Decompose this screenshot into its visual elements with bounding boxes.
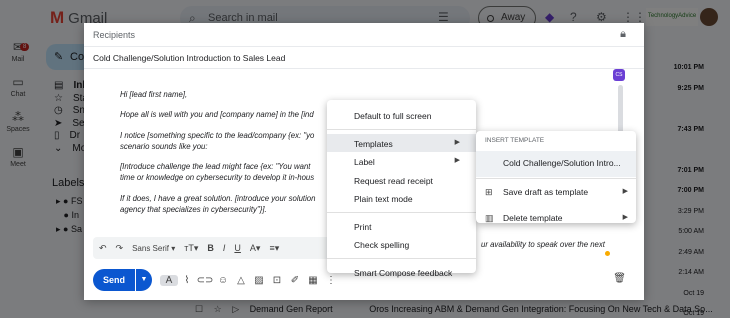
menu-divider (327, 128, 476, 130)
template-item[interactable]: Cold Challenge/Solution Intro... (476, 151, 636, 177)
menu-item-templates[interactable]: Templates ▶ (327, 133, 476, 152)
subject-field[interactable]: Cold Challenge/Solution Introduction to … (84, 47, 644, 69)
menu-item-label: Check spelling (354, 240, 410, 250)
menu-item-label[interactable]: Label ▶ (327, 152, 476, 171)
trash-icon: ▥ (485, 213, 494, 223)
chevron-right-icon: ▶ (622, 188, 628, 195)
menu-item-smart-compose-feedback[interactable]: Smart Compose feedback (327, 263, 476, 282)
formatting-options-icon[interactable]: A (160, 274, 178, 286)
redo-icon[interactable]: ↷ (116, 243, 124, 254)
menu-item-label: Smart Compose feedback (354, 267, 453, 278)
delete-template-item[interactable]: ▥ Delete template ▶ (476, 206, 636, 232)
menu-item-plain-text[interactable]: Plain text mode (327, 189, 476, 208)
menu-item-check-spelling[interactable]: Check spelling (327, 235, 476, 254)
trash-icon[interactable]: 🗑︎ (613, 273, 626, 284)
italic-icon[interactable]: I (223, 243, 226, 253)
recipients-placeholder: Recipients (93, 30, 136, 40)
menu-item-label: Save draft as template (503, 187, 589, 197)
drive-icon[interactable]: △ (232, 275, 250, 286)
menu-item-label: Request read receipt (354, 175, 433, 186)
chevron-right-icon: ▶ (454, 157, 460, 164)
compose-actions: Send ▼ A ⌇ ⊂⊃ ☺ △ ▨ ⊡ ✐ ▦ ⋮ (93, 269, 340, 291)
menu-item-full-screen[interactable]: Default to full screen (327, 106, 476, 125)
menu-item-read-receipt[interactable]: Request read receipt (327, 171, 476, 190)
font-select[interactable]: Sans Serif ▾ (132, 244, 175, 253)
attach-icon[interactable]: ⌇ (178, 275, 196, 286)
send-button[interactable]: Send (93, 269, 135, 291)
menu-item-label: Delete template (503, 213, 563, 223)
photo-icon[interactable]: ▨ (250, 275, 268, 286)
chevron-right-icon: ▶ (454, 138, 460, 146)
bold-icon[interactable]: B (207, 243, 214, 253)
menu-divider (327, 257, 476, 259)
align-icon[interactable]: ≡▾ (269, 243, 279, 254)
menu-divider (476, 178, 636, 179)
save-draft-as-template-item[interactable]: ⊞ Save draft as template ▶ (476, 180, 636, 206)
schedule-icon[interactable]: ▦ (304, 275, 322, 286)
send-options-icon[interactable]: ▼ (136, 269, 152, 291)
link-icon[interactable]: ⊂⊃ (196, 275, 214, 286)
font-label: Sans Serif (132, 243, 169, 253)
templates-submenu: INSERT TEMPLATE Cold Challenge/Solution … (476, 131, 636, 223)
template-name: Cold Challenge/Solution Intro... (503, 158, 621, 168)
menu-item-label: Templates (354, 138, 393, 149)
menu-item-print[interactable]: Print (327, 217, 476, 236)
save-template-icon: ⊞ (485, 187, 493, 197)
recipients-field[interactable]: Recipients 🔒︎ (84, 23, 644, 47)
insert-template-header: INSERT TEMPLATE (485, 137, 545, 144)
signature-pen-icon[interactable]: ✐ (286, 275, 304, 286)
menu-item-label: Plain text mode (354, 194, 413, 204)
menu-divider (327, 211, 476, 213)
underline-icon[interactable]: U (234, 243, 241, 253)
undo-icon[interactable]: ↶ (99, 243, 107, 254)
grammar-dot[interactable] (605, 251, 610, 256)
emoji-icon[interactable]: ☺ (214, 275, 232, 286)
menu-item-label: Print (354, 221, 372, 232)
body-line: Hi [lead first name], (120, 90, 188, 99)
menu-item-label: Default to full screen (354, 111, 432, 121)
text-color-icon[interactable]: A▾ (250, 243, 261, 254)
more-options-menu: Default to full screen Templates ▶ Label ▶… (327, 100, 476, 278)
font-size-icon[interactable]: ᴛT▾ (184, 243, 198, 254)
cs-badge[interactable]: CS (613, 69, 625, 81)
body-line: ur availability to speak over the next (481, 240, 605, 249)
chevron-right-icon: ▶ (622, 214, 628, 221)
lock-icon[interactable]: 🔒︎ (620, 28, 626, 41)
confidential-lock-icon[interactable]: ⊡ (268, 275, 286, 286)
menu-item-label: Label (354, 157, 375, 167)
